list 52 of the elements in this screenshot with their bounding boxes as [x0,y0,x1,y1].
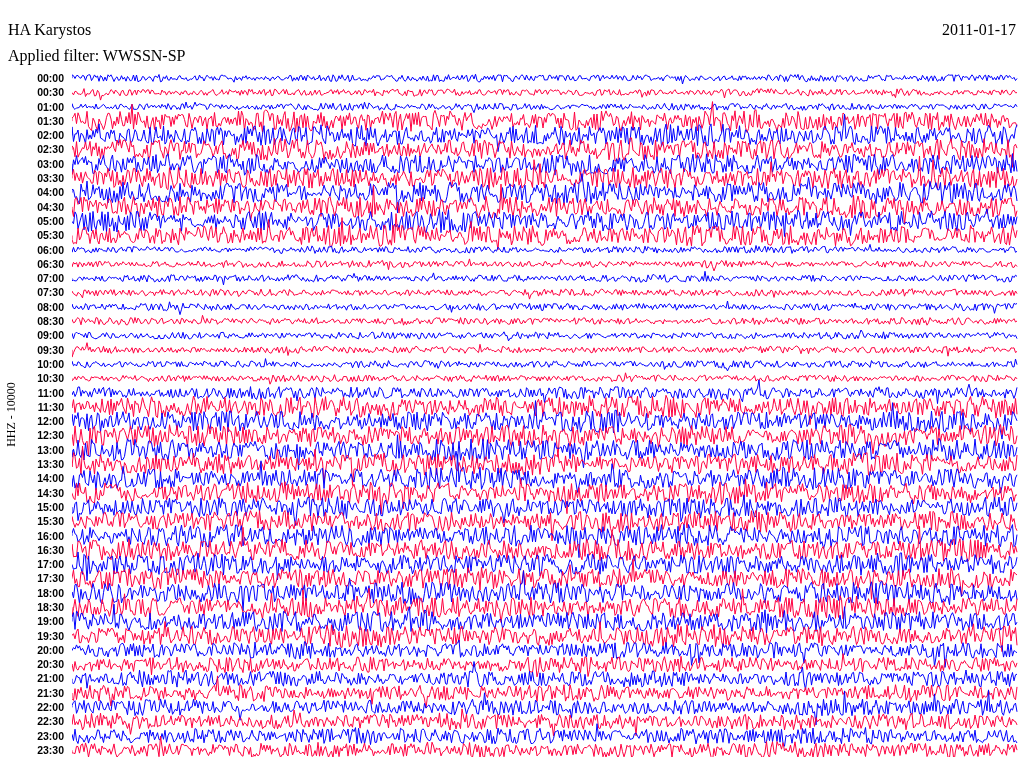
time-label: 21:30 [36,685,64,701]
time-label: 02:30 [36,142,64,157]
time-label: 04:00 [36,185,64,200]
time-label: 12:30 [36,428,64,443]
time-label: 15:00 [36,499,64,515]
time-label: 19:30 [36,628,64,643]
time-label: 14:00 [36,471,64,486]
time-label: 18:00 [36,585,64,600]
time-label: 04:30 [36,199,64,214]
time-label: 12:00 [36,414,64,429]
time-label: 18:30 [36,600,64,615]
time-label: 06:00 [36,242,64,257]
time-label: 10:30 [36,371,64,386]
time-label: 13:00 [36,442,64,457]
time-label: 07:00 [36,271,64,286]
time-label: 20:30 [36,657,64,672]
time-label: 20:00 [36,642,64,658]
time-label: 17:30 [36,571,64,586]
time-label: 03:00 [36,156,64,172]
date-label: 2011-01-17 [941,21,1016,39]
time-label: 23:00 [36,728,64,743]
time-label: 08:00 [36,299,64,315]
time-label: 01:00 [36,99,64,114]
time-label: 00:00 [36,71,64,86]
time-label: 09:30 [36,342,64,357]
time-label: 09:00 [36,328,64,343]
time-label: 02:00 [36,128,64,143]
time-label: 22:00 [36,700,64,715]
time-label: 19:00 [36,614,64,629]
time-label: 23:30 [36,742,64,758]
time-label: 07:30 [36,285,64,300]
time-label: 17:00 [36,557,64,572]
time-label: 11:30 [36,399,64,415]
time-label: 08:30 [36,314,64,329]
time-label: 11:00 [36,385,64,400]
time-label: 10:00 [36,356,64,372]
time-label: 21:00 [36,671,64,686]
time-label: 16:30 [36,542,64,558]
time-label: 16:00 [36,528,64,543]
filter-label: Applied filter: WWSSN-SP [7,46,187,65]
time-label: 01:30 [36,113,64,129]
channel-axis-label: HHZ - 10000 [3,381,19,447]
time-label: 05:30 [36,228,64,243]
time-label: 00:30 [36,85,64,100]
time-label: 05:00 [36,213,64,229]
station-name: HA Karystos [8,21,92,39]
time-label: 14:30 [36,485,64,500]
time-label: 06:30 [36,256,64,272]
time-label: 13:30 [36,457,64,472]
time-label: 03:30 [36,171,64,186]
time-label: 15:30 [36,514,64,529]
time-label: 22:30 [36,714,64,729]
